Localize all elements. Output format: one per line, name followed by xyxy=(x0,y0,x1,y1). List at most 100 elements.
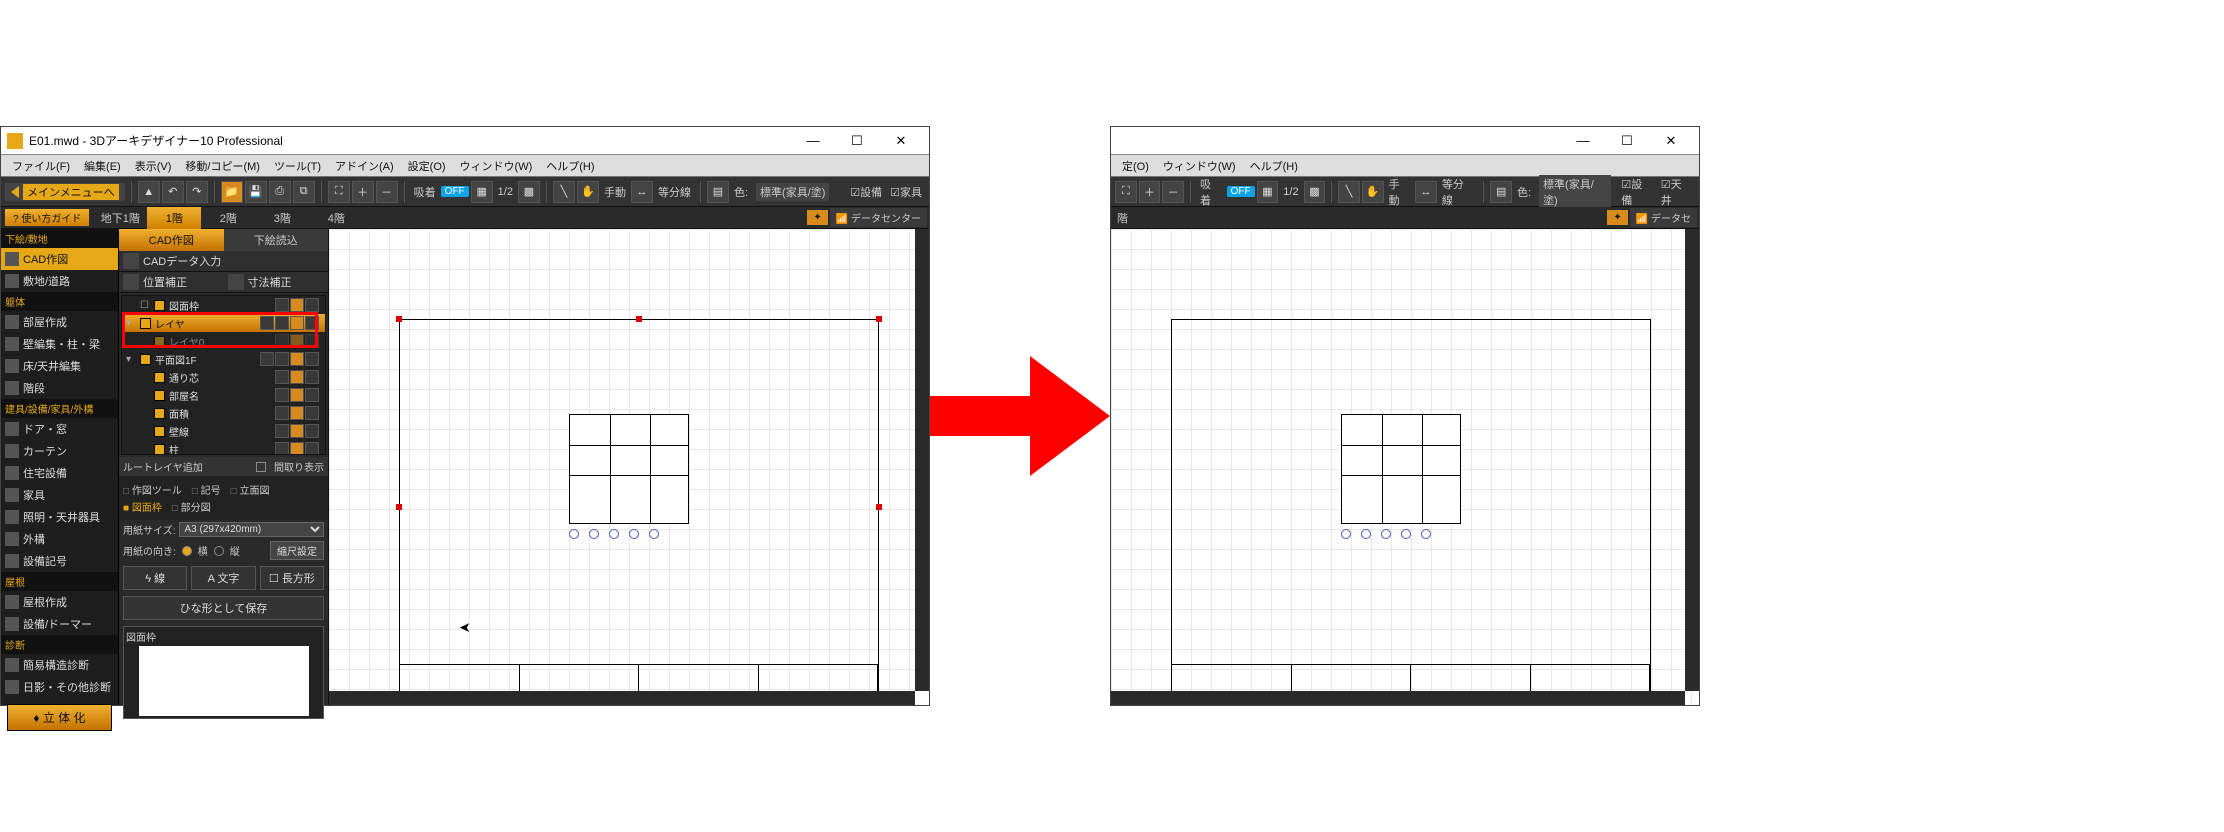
color-preset[interactable]: 標準(家具/塗) xyxy=(1539,175,1611,209)
nav-light[interactable]: 照明・天井器具 xyxy=(1,506,118,528)
drawing-canvas[interactable] xyxy=(1111,229,1699,705)
menu-move[interactable]: 移動/コピー(M) xyxy=(178,156,267,176)
menu-window[interactable]: ウィンドウ(W) xyxy=(1156,156,1243,176)
line-tool-icon[interactable]: ╲ xyxy=(1338,181,1360,203)
chk-equipment[interactable]: ☑設備 xyxy=(850,184,882,200)
help-guide-button[interactable]: ? 使い方ガイド xyxy=(5,209,89,226)
layout-icon[interactable]: ▤ xyxy=(707,181,729,203)
orient-h-radio[interactable] xyxy=(182,546,192,556)
data-center-button[interactable]: 📶 データセ xyxy=(1630,208,1697,227)
tab-shitae[interactable]: 下絵読込 xyxy=(224,229,329,251)
data-center-button[interactable]: 📶 データセンター xyxy=(830,208,927,227)
nav-furniture[interactable]: 家具 xyxy=(1,484,118,506)
plugin-toggle-icon[interactable]: ✦ xyxy=(1607,210,1627,225)
grid-pattern-icon[interactable]: ▩ xyxy=(1304,181,1326,203)
selection-handle[interactable] xyxy=(396,504,402,510)
undo-icon[interactable]: ↶ xyxy=(162,181,184,203)
orient-v-radio[interactable] xyxy=(214,546,224,556)
equal-line-icon[interactable]: ↔ xyxy=(631,181,653,203)
floor-plan-drawing[interactable] xyxy=(569,414,689,524)
menu-addin[interactable]: アドイン(A) xyxy=(328,156,401,176)
layer-row-plan1f[interactable]: ▾平面図1F xyxy=(122,350,325,368)
nav-stairs[interactable]: 階段 xyxy=(1,377,118,399)
cat-partial[interactable]: 部分図 xyxy=(172,499,211,514)
zoom-out-icon[interactable]: － xyxy=(376,181,398,203)
nav-wall[interactable]: 壁編集・柱・梁 xyxy=(1,333,118,355)
menu-tool[interactable]: ツール(T) xyxy=(267,156,328,176)
vertical-scrollbar[interactable] xyxy=(915,229,929,691)
chk-furniture[interactable]: ☑家具 xyxy=(890,184,922,200)
draw-rect-button[interactable]: ☐ 長方形 xyxy=(260,566,324,590)
layer-row-area[interactable]: 面積 xyxy=(122,404,325,422)
vertical-scrollbar[interactable] xyxy=(1685,229,1699,691)
add-root-layer-button[interactable]: ルートレイヤ追加 xyxy=(123,459,203,474)
line-tool-icon[interactable]: ╲ xyxy=(553,181,575,203)
window-close[interactable]: ✕ xyxy=(1649,127,1693,155)
grid-value[interactable]: 1/2 xyxy=(1283,186,1298,198)
nav-door[interactable]: ドア・窓 xyxy=(1,418,118,440)
dimension-correct-button[interactable]: 寸法補正 xyxy=(224,272,329,293)
floor-tab-2f[interactable]: 2階 xyxy=(201,207,255,229)
layer-row-layer[interactable]: ▾レイヤ xyxy=(122,314,325,332)
nav-curtain[interactable]: カーテン xyxy=(1,440,118,462)
grid-icon[interactable]: ▦ xyxy=(471,181,493,203)
floor-tab-b1[interactable]: 地下1階 xyxy=(93,207,147,229)
pointer-tool-icon[interactable]: ▲ xyxy=(138,181,160,203)
save-icon[interactable]: 💾 xyxy=(245,181,267,203)
menu-view[interactable]: 表示(V) xyxy=(128,156,179,176)
nav-symbol[interactable]: 設備記号 xyxy=(1,550,118,572)
layer-row-frame[interactable]: ☐図面枠 xyxy=(122,296,325,314)
selection-handle[interactable] xyxy=(876,504,882,510)
drawing-canvas[interactable]: ➤ xyxy=(329,229,929,705)
hand-tool-icon[interactable]: ✋ xyxy=(1362,181,1384,203)
menu-settings[interactable]: 設定(O) xyxy=(401,156,453,176)
show-floorplan-checkbox[interactable] xyxy=(256,462,266,472)
layer-row-column[interactable]: 柱 xyxy=(122,440,325,455)
layer-row-grid[interactable]: 通り芯 xyxy=(122,368,325,386)
save-template-button[interactable]: ひな形として保存 xyxy=(123,596,324,620)
cat-elevation[interactable]: 立面図 xyxy=(231,482,270,497)
cad-data-input-button[interactable]: CADデータ入力 xyxy=(119,251,328,272)
plugin-toggle-icon[interactable]: ✦ xyxy=(807,210,827,225)
window-maximize[interactable]: ☐ xyxy=(835,127,879,155)
floor-tab-4f[interactable]: 4階 xyxy=(309,207,363,229)
nav-cad-sakuzu[interactable]: CAD作図 xyxy=(1,248,118,270)
cat-frame[interactable]: 図面枠 xyxy=(123,499,162,514)
fit-screen-icon[interactable]: ⛶ xyxy=(328,181,350,203)
nav-struct[interactable]: 簡易構造診断 xyxy=(1,654,118,676)
cat-drawtool[interactable]: 作図ツール xyxy=(123,482,182,497)
layout-icon[interactable]: ▤ xyxy=(1490,181,1512,203)
nav-shadow[interactable]: 日影・その他診断 xyxy=(1,676,118,698)
redo-icon[interactable]: ↷ xyxy=(186,181,208,203)
menu-window[interactable]: ウィンドウ(W) xyxy=(453,156,540,176)
nav-ext[interactable]: 外構 xyxy=(1,528,118,550)
color-preset[interactable]: 標準(家具/塗) xyxy=(756,183,829,201)
solidify-button[interactable]: ♦ 立 体 化 xyxy=(7,704,112,731)
window-maximize[interactable]: ☐ xyxy=(1605,127,1649,155)
nav-dormer[interactable]: 設備/ドーマー xyxy=(1,613,118,635)
cat-symbol[interactable]: 記号 xyxy=(192,482,221,497)
zoom-in-icon[interactable]: ＋ xyxy=(352,181,374,203)
fit-screen-icon[interactable]: ⛶ xyxy=(1115,181,1137,203)
draw-text-button[interactable]: A 文字 xyxy=(191,566,255,590)
nav-equipment[interactable]: 住宅設備 xyxy=(1,462,118,484)
grid-pattern-icon[interactable]: ▩ xyxy=(518,181,540,203)
scale-settings-button[interactable]: 縮尺設定 xyxy=(270,541,324,560)
menu-file[interactable]: ファイル(F) xyxy=(5,156,77,176)
nav-roof[interactable]: 屋根作成 xyxy=(1,591,118,613)
grid-value[interactable]: 1/2 xyxy=(498,186,513,198)
selection-handle[interactable] xyxy=(876,316,882,322)
zoom-out-icon[interactable]: － xyxy=(1162,181,1184,203)
copy-icon[interactable]: ⧉ xyxy=(293,181,315,203)
menu-help[interactable]: ヘルプ(H) xyxy=(539,156,601,176)
nav-floor[interactable]: 床/天井編集 xyxy=(1,355,118,377)
selection-handle[interactable] xyxy=(396,316,402,322)
equal-line-icon[interactable]: ↔ xyxy=(1415,181,1437,203)
floor-tab-1f[interactable]: 1階 xyxy=(147,207,201,229)
window-minimize[interactable]: — xyxy=(791,127,835,155)
layer-row-layer0[interactable]: レイヤ0 xyxy=(122,332,325,350)
horizontal-scrollbar[interactable] xyxy=(329,691,915,705)
menu-edit[interactable]: 編集(E) xyxy=(77,156,128,176)
zoom-in-icon[interactable]: ＋ xyxy=(1139,181,1161,203)
hand-tool-icon[interactable]: ✋ xyxy=(577,181,599,203)
